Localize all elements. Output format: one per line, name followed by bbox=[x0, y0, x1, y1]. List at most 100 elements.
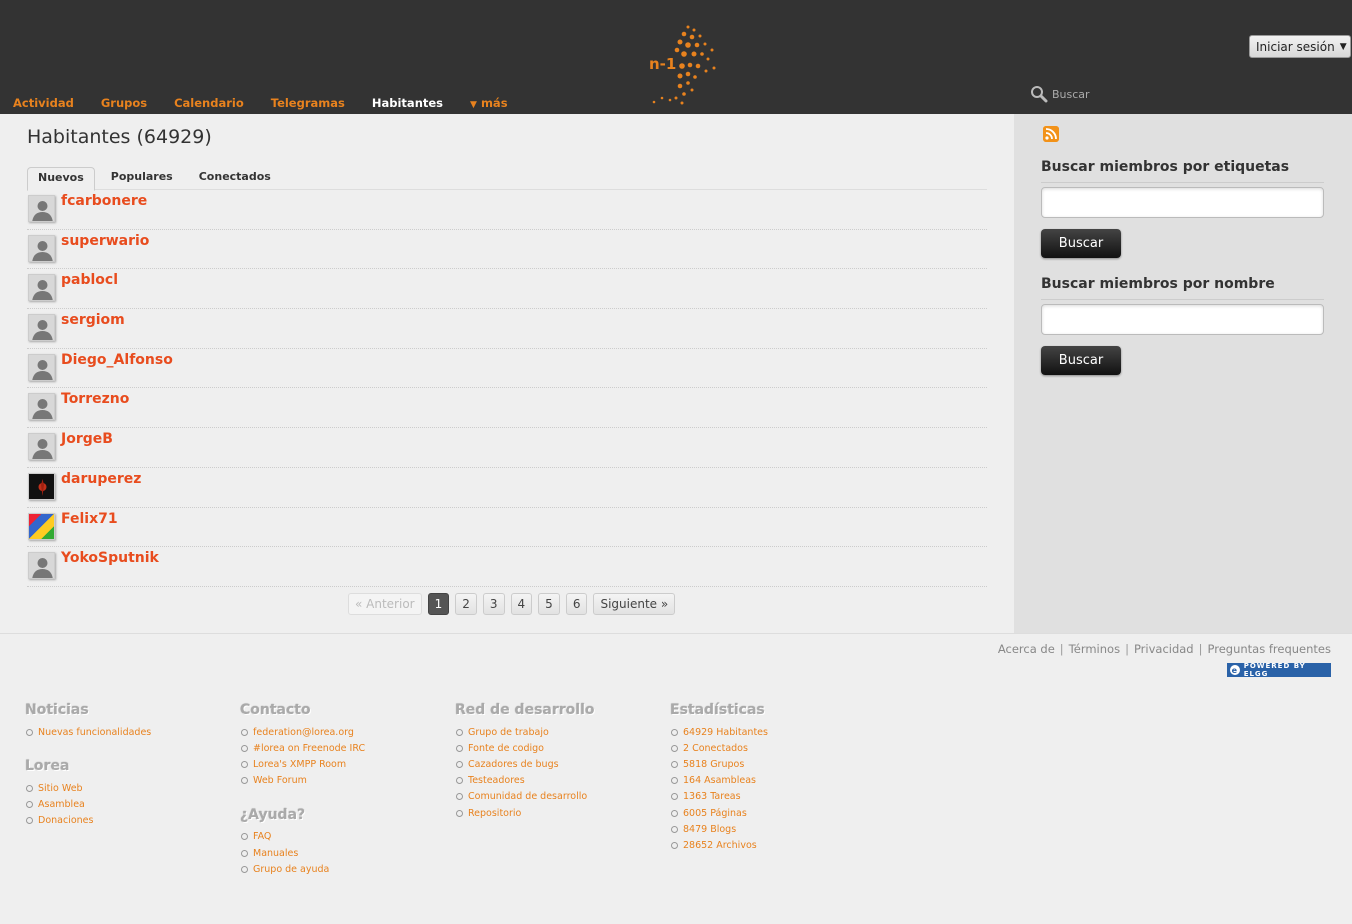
footer-heading-lorea: Lorea bbox=[25, 758, 70, 775]
list-item: daruperez bbox=[27, 468, 987, 508]
member-name[interactable]: fcarbonere bbox=[61, 193, 147, 209]
footer-link[interactable]: Grupo de ayuda bbox=[240, 861, 365, 877]
footer-link[interactable]: Cazadores de bugs bbox=[455, 756, 595, 772]
footer-list-estadisticas: 64929 Habitantes 2 Conectados 5818 Grupo… bbox=[670, 724, 768, 854]
page-button-5[interactable]: 5 bbox=[538, 593, 560, 615]
rss-icon[interactable] bbox=[1043, 126, 1059, 142]
avatar[interactable] bbox=[28, 353, 55, 381]
page-button-2[interactable]: 2 bbox=[455, 593, 477, 615]
list-item: fcarbonere bbox=[27, 190, 987, 230]
prev-page-button: « Anterior bbox=[348, 593, 422, 615]
avatar[interactable] bbox=[28, 234, 55, 262]
footer-col-1: Noticias Nuevas funcionalidades Lorea Si… bbox=[25, 702, 151, 847]
footer-link-terms[interactable]: Términos bbox=[1069, 642, 1120, 656]
footer-list-contacto: federation@lorea.org #lorea on Freenode … bbox=[240, 724, 365, 789]
footer-link[interactable]: Donaciones bbox=[25, 813, 151, 829]
footer-link-about[interactable]: Acerca de bbox=[998, 642, 1055, 656]
nav-item-calendario[interactable]: Calendario bbox=[174, 96, 244, 110]
footer-list-ayuda: FAQ Manuales Grupo de ayuda bbox=[240, 829, 365, 878]
tag-search-button[interactable]: Buscar bbox=[1041, 229, 1121, 258]
footer-link[interactable]: Repositorio bbox=[455, 805, 595, 821]
member-name[interactable]: YokoSputnik bbox=[61, 550, 159, 566]
avatar[interactable] bbox=[28, 195, 55, 222]
footer-heading-ayuda: ¿Ayuda? bbox=[240, 806, 306, 823]
footer-link-faq[interactable]: Preguntas frequentes bbox=[1208, 642, 1332, 656]
footer-link[interactable]: 8479 Blogs bbox=[670, 821, 768, 837]
avatar[interactable] bbox=[28, 472, 55, 500]
footer-link[interactable]: Nuevas funcionalidades bbox=[25, 724, 151, 740]
member-name[interactable]: pablocl bbox=[61, 272, 118, 288]
footer-link[interactable]: Sitio Web bbox=[25, 780, 151, 796]
member-tabs: Nuevos Populares Conectados bbox=[27, 167, 987, 191]
page-button-4[interactable]: 4 bbox=[510, 593, 533, 615]
header-search bbox=[1030, 84, 1230, 104]
footer-link[interactable]: FAQ bbox=[240, 829, 365, 845]
member-name[interactable]: sergiom bbox=[61, 312, 125, 328]
avatar[interactable] bbox=[28, 314, 55, 342]
page-button-3[interactable]: 3 bbox=[482, 593, 505, 615]
nav-item-actividad[interactable]: Actividad bbox=[13, 96, 74, 110]
main-nav: Actividad Grupos Calendario Telegramas H… bbox=[13, 96, 535, 110]
avatar[interactable] bbox=[28, 433, 55, 461]
member-name[interactable]: JorgeB bbox=[61, 431, 113, 447]
member-list: fcarbonere superwario pablocl sergiom Di… bbox=[27, 190, 987, 587]
list-item: Felix71 bbox=[27, 508, 987, 548]
separator: | bbox=[1198, 642, 1203, 656]
footer-link[interactable]: Asamblea bbox=[25, 796, 151, 812]
footer-link[interactable]: 5818 Grupos bbox=[670, 756, 768, 772]
footer-link[interactable]: 6005 Páginas bbox=[670, 805, 768, 821]
separator: | bbox=[1059, 642, 1064, 656]
avatar[interactable] bbox=[28, 274, 55, 302]
list-item: pablocl bbox=[27, 269, 987, 310]
login-button[interactable]: Iniciar sesión ▼ bbox=[1249, 35, 1351, 58]
footer-heading-red: Red de desarrollo bbox=[455, 702, 595, 718]
tab-nuevos[interactable]: Nuevos bbox=[27, 167, 95, 191]
footer-link[interactable]: Grupo de trabajo bbox=[455, 724, 595, 740]
footer-link[interactable]: Lorea's XMPP Room bbox=[240, 756, 365, 772]
tab-conectados[interactable]: Conectados bbox=[189, 167, 281, 190]
footer-link[interactable]: 164 Asambleas bbox=[670, 773, 768, 789]
tab-populares[interactable]: Populares bbox=[101, 167, 183, 190]
avatar[interactable] bbox=[28, 552, 55, 580]
member-name[interactable]: Torrezno bbox=[61, 391, 129, 407]
footer-link[interactable]: 64929 Habitantes bbox=[670, 724, 768, 740]
next-page-button[interactable]: Siguiente » bbox=[593, 593, 676, 615]
footer-link[interactable]: #lorea on Freenode IRC bbox=[240, 740, 365, 756]
footer-link[interactable]: 1363 Tareas bbox=[670, 789, 768, 805]
name-search-button[interactable]: Buscar bbox=[1041, 346, 1121, 375]
page-button-1[interactable]: 1 bbox=[427, 593, 450, 615]
footer-list-red: Grupo de trabajo Fonte de codigo Cazador… bbox=[455, 724, 595, 821]
footer-link[interactable]: Comunidad de desarrollo bbox=[455, 789, 595, 805]
nav-item-more[interactable]: ▼ más bbox=[470, 96, 508, 110]
footer-link[interactable]: federation@lorea.org bbox=[240, 724, 365, 740]
footer-heading-estadisticas: Estadísticas bbox=[670, 702, 765, 718]
triangle-down-icon: ▼ bbox=[470, 100, 477, 110]
footer-link[interactable]: Manuales bbox=[240, 845, 365, 861]
separator: | bbox=[1125, 642, 1129, 656]
member-name[interactable]: daruperez bbox=[61, 471, 141, 487]
footer-link[interactable]: Web Forum bbox=[240, 773, 365, 789]
elgg-icon: e bbox=[1230, 665, 1240, 675]
search-icon[interactable] bbox=[1030, 85, 1048, 103]
nav-item-habitantes[interactable]: Habitantes bbox=[372, 96, 443, 110]
nav-item-telegramas[interactable]: Telegramas bbox=[271, 96, 345, 110]
member-name[interactable]: superwario bbox=[61, 233, 149, 249]
footer-link[interactable]: Fonte de codigo bbox=[455, 740, 595, 756]
site-logo[interactable]: n-1 bbox=[646, 24, 718, 106]
name-search-input[interactable] bbox=[1041, 304, 1324, 335]
footer-link-privacy[interactable]: Privacidad bbox=[1134, 642, 1194, 656]
footer-link[interactable]: Testeadores bbox=[455, 773, 595, 789]
nav-item-grupos[interactable]: Grupos bbox=[101, 96, 147, 110]
top-bar: Actividad Grupos Calendario Telegramas H… bbox=[0, 0, 1352, 114]
page-button-6[interactable]: 6 bbox=[565, 593, 588, 615]
member-name[interactable]: Diego_Alfonso bbox=[61, 352, 173, 368]
tag-search-input[interactable] bbox=[1041, 187, 1324, 218]
footer-link[interactable]: 2 Conectados bbox=[670, 740, 768, 756]
search-input[interactable] bbox=[1052, 87, 1222, 101]
avatar[interactable] bbox=[28, 512, 55, 540]
powered-by-elgg-badge[interactable]: e POWERED BY ELGG bbox=[1227, 662, 1331, 678]
avatar[interactable] bbox=[28, 393, 55, 421]
member-name[interactable]: Felix71 bbox=[61, 511, 118, 527]
footer-link[interactable]: 28652 Archivos bbox=[670, 837, 768, 853]
logo-text: n-1 bbox=[649, 55, 676, 73]
